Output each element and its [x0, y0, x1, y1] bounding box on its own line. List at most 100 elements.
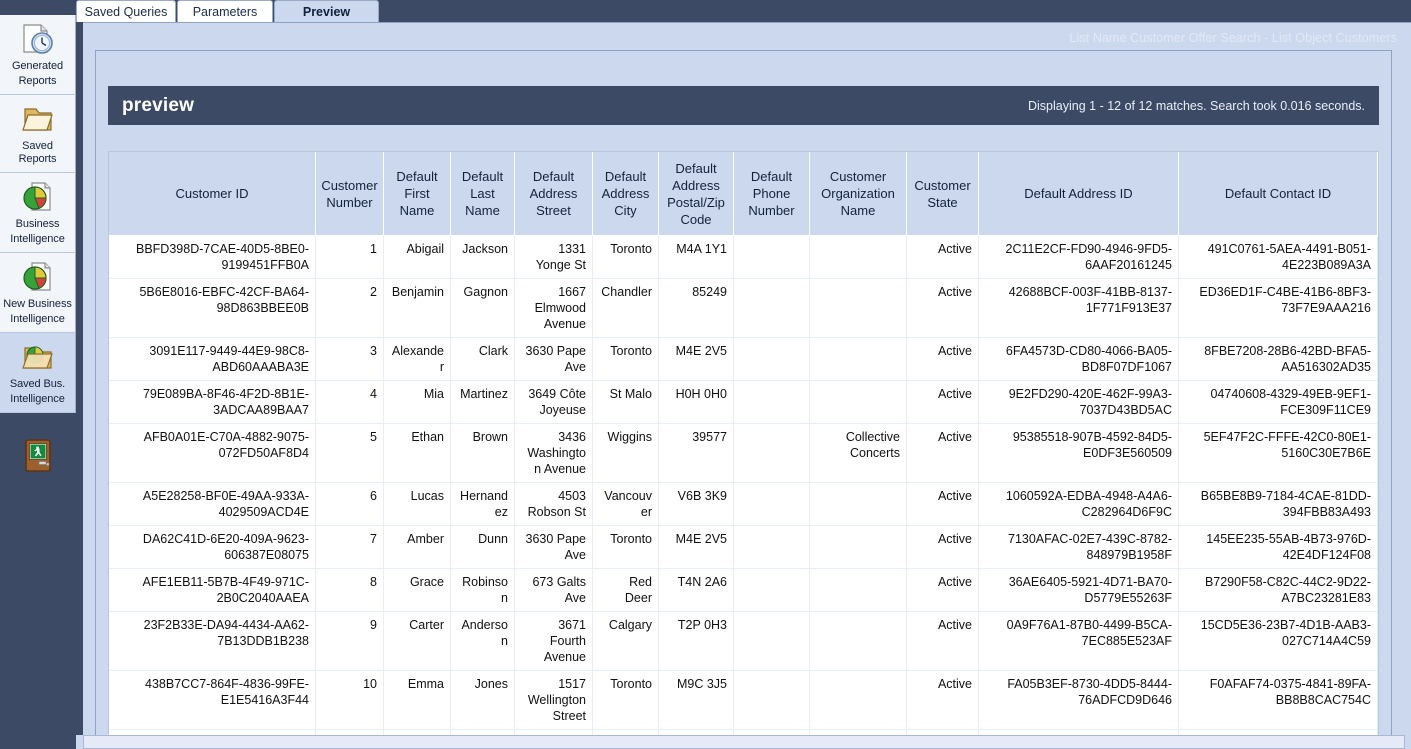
column-header[interactable]: Customer Number: [315, 152, 384, 236]
table-cell: Brown: [450, 423, 515, 483]
tab-parameters[interactable]: Parameters: [177, 0, 273, 22]
sidebar-item-label-2: Intelligence: [10, 393, 65, 405]
page-title: preview: [122, 94, 195, 116]
table-cell: 8FBE7208-28B6-42BD-BFA5-AA516302AD35: [1178, 337, 1378, 381]
column-header[interactable]: Default Address Postal/Zip Code: [658, 152, 734, 236]
table-row[interactable]: 438B7CC7-864F-4836-99FE-E1E5416A3F44 10 Em…: [109, 670, 1378, 730]
sidebar-item-saved-bus-intelligence[interactable]: Saved Bus. Intelligence: [0, 333, 76, 413]
sidebar-item-label: New Business: [3, 298, 72, 310]
left-gutter-strip: [76, 22, 83, 735]
table-cell: 15CD5E36-23B7-4D1B-AAB3-027C714A4C59: [1178, 611, 1378, 671]
table-cell: 1060592A-EDBA-4948-A4A6-C282964D6F9C: [978, 482, 1179, 526]
table-cell: [809, 611, 907, 671]
table-cell: [733, 423, 810, 483]
table-cell: Emma: [383, 670, 451, 730]
table-cell: 145EE235-55AB-4B73-976D-42E4DF124F08: [1178, 525, 1378, 569]
sidebar-item-label-2: Intelligence: [10, 233, 65, 245]
table-cell: [733, 482, 810, 526]
column-header[interactable]: Default Address City: [592, 152, 659, 236]
table-cell: Mia: [383, 380, 451, 424]
table-cell: BBFD398D-7CAE-40D5-8BE0-9199451FFB0A: [109, 235, 316, 279]
table-cell: Amber: [383, 525, 451, 569]
table-cell: DA62C41D-6E20-409A-9623-606387E08075: [109, 525, 316, 569]
column-header[interactable]: Default Address Street: [514, 152, 593, 236]
table-cell: B7290F58-C82C-44C2-9D22-A7BC23281E83: [1178, 568, 1378, 612]
table-cell: 6FA4573D-CD80-4066-BA05-BD8F07DF1067: [978, 337, 1179, 381]
table-cell: 1: [315, 235, 384, 279]
table-cell: 0A9F76A1-87B0-4499-B5CA-7EC885E523AF: [978, 611, 1179, 671]
table-cell: Active: [906, 568, 979, 612]
table-row[interactable]: 3091E117-9449-44E9-98C8-ABD60AAABA3E 3 Ale…: [109, 337, 1378, 381]
exit-button[interactable]: [0, 437, 76, 475]
sidebar-item-new-business-intelligence[interactable]: New Business Intelligence: [0, 253, 76, 333]
table-cell: V6B 3K9: [658, 482, 734, 526]
column-header[interactable]: Customer Organization Name: [809, 152, 907, 236]
table-cell: H0H 0H0: [658, 380, 734, 424]
table-cell: F0AFAF74-0375-4841-89FA-BB8B8CAC754C: [1178, 670, 1378, 730]
table-cell: Active: [906, 482, 979, 526]
table-cell: 42688BCF-003F-41BB-8137-1F771F913E37: [978, 278, 1179, 338]
table-cell: [809, 525, 907, 569]
column-header[interactable]: Customer State: [906, 152, 979, 236]
table-cell: [809, 235, 907, 279]
table-row[interactable]: DA62C41D-6E20-409A-9623-606387E08075 7 Amb…: [109, 525, 1378, 569]
table-row[interactable]: AFB0A01E-C70A-4882-9075-072FD50AF8D4 5 Eth…: [109, 423, 1378, 483]
table-row[interactable]: 23F2B33E-DA94-4434-AA62-7B13DDB1B238 9 Car…: [109, 611, 1378, 671]
preview-header-bar: preview Displaying 1 - 12 of 12 matches.…: [108, 86, 1379, 125]
table-cell: [733, 525, 810, 569]
table-cell: ED36ED1F-C4BE-41B6-8BF3-73F7E9AAA216: [1178, 278, 1378, 338]
table-row[interactable]: AFE1EB11-5B7B-4F49-971C-2B0C2040AAEA 8 Gra…: [109, 568, 1378, 612]
table-cell: [809, 482, 907, 526]
table-header-row: Customer ID Customer Number Default First …: [109, 152, 1378, 236]
column-header[interactable]: Default First Name: [383, 152, 451, 236]
table-row[interactable]: 79E089BA-8F46-4F2D-8B1E-3ADCAA89BAA7 4 Mia…: [109, 380, 1378, 424]
table-cell: Active: [906, 337, 979, 381]
table-cell: Jackson: [450, 235, 515, 279]
table-cell: [809, 568, 907, 612]
sidebar-item-label: Saved Bus.: [9, 378, 66, 390]
table-cell: Benjamin: [383, 278, 451, 338]
table-cell: T2P 0H3: [658, 611, 734, 671]
table-cell: [733, 337, 810, 381]
sidebar-item-generated-reports[interactable]: Generated Reports: [0, 15, 76, 95]
column-header[interactable]: Default Contact ID: [1178, 152, 1378, 236]
column-header[interactable]: Default Last Name: [450, 152, 515, 236]
table-cell: Toronto: [592, 670, 659, 730]
table-cell: Alexander: [383, 337, 451, 381]
sidebar-item-saved-reports[interactable]: Saved Reports: [0, 95, 76, 173]
table-cell: 9: [315, 611, 384, 671]
sidebar-item-label-2: Reports: [18, 75, 57, 87]
column-header[interactable]: Default Phone Number: [733, 152, 810, 236]
table-cell: 5EF47F2C-FFFE-42C0-80E1-5160C30E7B6E: [1178, 423, 1378, 483]
table-cell: 6: [315, 482, 384, 526]
table-row[interactable]: 5B6E8016-EBFC-42CF-BA64-98D863BBEE0B 2 Ben…: [109, 278, 1378, 338]
table-cell: T4N 2A6: [658, 568, 734, 612]
table-cell: 3091E117-9449-44E9-98C8-ABD60AAABA3E: [109, 337, 316, 381]
table-cell: Jones: [450, 670, 515, 730]
table-cell: 85249: [658, 278, 734, 338]
tab-label: Saved Queries: [84, 4, 168, 19]
table-cell: [809, 337, 907, 381]
table-cell: Robinson: [450, 568, 515, 612]
tab-label: Parameters: [192, 4, 258, 19]
column-header[interactable]: Customer ID: [109, 152, 316, 236]
table-row[interactable]: A5E28258-BF0E-49AA-933A-4029509ACD4E 6 Luc…: [109, 482, 1378, 526]
table-cell: 04740608-4329-49EB-9EF1-FCE309F11CE9: [1178, 380, 1378, 424]
table-cell: AFB0A01E-C70A-4882-9075-072FD50AF8D4: [109, 423, 316, 483]
table-cell: Lucas: [383, 482, 451, 526]
tab-saved-queries[interactable]: Saved Queries: [76, 0, 176, 22]
column-header[interactable]: Default Address ID: [978, 152, 1179, 236]
table-cell: 8: [315, 568, 384, 612]
tab-preview[interactable]: Preview: [274, 0, 379, 22]
horizontal-scrollbar[interactable]: [83, 735, 1405, 749]
sidebar-item-business-intelligence[interactable]: Business Intelligence: [0, 173, 76, 253]
table-cell: Ethan: [383, 423, 451, 483]
results-table-container[interactable]: Customer ID Customer Number Default First …: [108, 151, 1379, 735]
table-cell: 1667 Elmwood Avenue: [514, 278, 593, 338]
table-cell: 9E2FD290-420E-462F-99A3-7037D43BD5AC: [978, 380, 1179, 424]
table-cell: 39577: [658, 423, 734, 483]
table-row[interactable]: BBFD398D-7CAE-40D5-8BE0-9199451FFB0A 1 Abi…: [109, 235, 1378, 279]
table-cell: Active: [906, 525, 979, 569]
table-cell: 1331 Yonge St: [514, 235, 593, 279]
table-cell: M4A 1Y1: [658, 235, 734, 279]
